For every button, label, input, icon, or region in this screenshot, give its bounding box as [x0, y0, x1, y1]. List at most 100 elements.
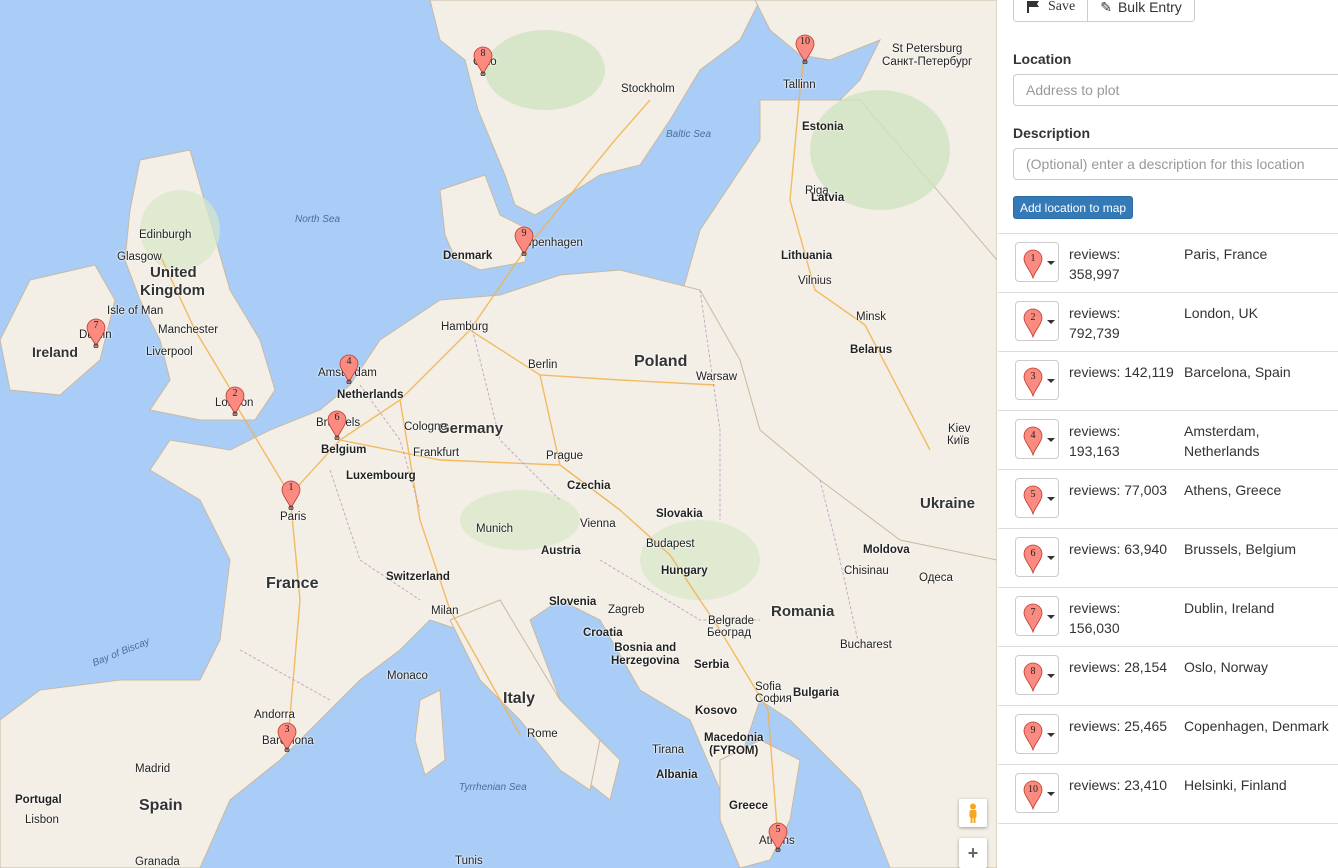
map-label-belarus: Belarus	[850, 344, 893, 356]
map-marker-icon: 5	[1023, 485, 1043, 515]
map-label-zagreb: Zagreb	[608, 604, 645, 616]
map-label-spain: Spain	[139, 797, 183, 814]
map-canvas[interactable]: Ireland United Kingdom Isle of Man Edinb…	[0, 0, 997, 868]
caret-down-icon	[1047, 556, 1055, 560]
list-item: 5 reviews: 77,003 Athens, Greece	[998, 470, 1338, 529]
map-pin[interactable]: 9	[513, 226, 535, 257]
location-name: Paris, France	[1184, 246, 1268, 262]
marker-dropdown-button[interactable]: 10	[1015, 773, 1059, 813]
map-label-granada: Granada	[135, 856, 180, 868]
map-marker-icon: 3	[1023, 367, 1043, 397]
map-pin-number: 1	[288, 482, 294, 493]
save-button[interactable]: Save	[1014, 0, 1088, 21]
street-view-pegman-icon[interactable]	[959, 799, 987, 827]
map-pin[interactable]: 10	[794, 34, 816, 65]
map-label-minsk: Minsk	[856, 311, 887, 323]
marker-dropdown-button[interactable]: 7	[1015, 596, 1059, 636]
save-label: Save	[1048, 0, 1076, 14]
marker-dropdown-button[interactable]: 4	[1015, 419, 1059, 459]
location-name: Barcelona, Spain	[1184, 364, 1291, 380]
map-pin[interactable]: 4	[338, 354, 360, 385]
location-input[interactable]	[1013, 74, 1338, 106]
zoom-in-button[interactable]: +	[959, 838, 987, 868]
add-location-button[interactable]: Add location to map	[1013, 196, 1134, 219]
map-label-france: France	[266, 575, 319, 592]
map-label-ireland: Ireland	[32, 344, 78, 360]
map-label-netherlands: Netherlands	[337, 389, 404, 401]
marker-dropdown-button[interactable]: 6	[1015, 537, 1059, 577]
map-pin[interactable]: 7	[85, 318, 107, 349]
map-marker-icon: 7	[1023, 603, 1043, 633]
map-label-andorra: Andorra	[254, 709, 295, 721]
map-marker-icon: 8	[1023, 662, 1043, 692]
map-label-frankfurt: Frankfurt	[413, 447, 460, 459]
marker-dropdown-button[interactable]: 9	[1015, 714, 1059, 754]
map-label-bucharest: Bucharest	[840, 639, 892, 651]
map-label-moldova: Moldova	[863, 544, 910, 556]
map-label-glasgow: Glasgow	[117, 251, 162, 263]
map-label-belgrade-sr: Београд	[707, 627, 752, 639]
map-label-belgium: Belgium	[321, 444, 367, 456]
map-pin[interactable]: 3	[276, 722, 298, 753]
location-name: Dublin, Ireland	[1184, 600, 1275, 616]
review-count: reviews: 63,940	[1069, 541, 1168, 557]
map-label-tallinn: Tallinn	[783, 79, 816, 91]
map-pin[interactable]: 5	[767, 822, 789, 853]
map-label-slovenia: Slovenia	[549, 596, 597, 608]
review-count: reviews: 28,154	[1069, 659, 1168, 675]
map-marker-icon: 6	[1023, 544, 1043, 574]
marker-dropdown-button[interactable]: 3	[1015, 360, 1059, 400]
map-pin-number: 9	[521, 228, 527, 239]
marker-dropdown-button[interactable]: 5	[1015, 478, 1059, 518]
list-item: 9 reviews: 25,465 Copenhagen, Denmark	[998, 706, 1338, 765]
map-label-kosovo: Kosovo	[695, 705, 738, 717]
map-label-odessa: Одеса	[919, 572, 953, 584]
caret-down-icon	[1047, 674, 1055, 678]
map-label-milan: Milan	[431, 605, 459, 617]
map-pin[interactable]: 8	[472, 46, 494, 77]
map-label-luxembourg: Luxembourg	[346, 470, 416, 482]
map-label-sofia-bg: София	[755, 693, 792, 705]
map-label-hungary: Hungary	[661, 565, 708, 577]
review-count: reviews: 77,003	[1069, 482, 1168, 498]
map-marker-icon: 9	[1023, 721, 1043, 751]
map-pin-number: 4	[346, 356, 352, 367]
marker-number: 4	[1031, 430, 1036, 441]
map-label-vienna: Vienna	[580, 518, 616, 530]
review-count: reviews: 193,163	[1069, 423, 1121, 459]
marker-number: 10	[1028, 784, 1038, 795]
map-label-switzerland: Switzerland	[386, 571, 450, 583]
map-pin[interactable]: 2	[224, 386, 246, 417]
review-count: reviews: 142,119	[1069, 364, 1174, 380]
map-marker-icon: 2	[1023, 308, 1043, 338]
toolbar-button-group: Save ✎ Bulk Entry	[1013, 0, 1195, 22]
list-item: 8 reviews: 28,154 Oslo, Norway	[998, 647, 1338, 706]
map-label-warsaw: Warsaw	[696, 371, 738, 383]
map-label-croatia: Croatia	[583, 627, 623, 639]
map-pin[interactable]: 6	[326, 410, 348, 441]
map-label-kiev-ua: Київ	[947, 435, 970, 447]
map-label-portugal: Portugal	[15, 794, 62, 806]
map-label-paris: Paris	[280, 511, 307, 523]
map-label-tunis: Tunis	[455, 855, 483, 867]
marker-dropdown-button[interactable]: 8	[1015, 655, 1059, 695]
map-label-monaco: Monaco	[387, 670, 428, 682]
map-label-estonia: Estonia	[802, 121, 844, 133]
review-count: reviews: 156,030	[1069, 600, 1121, 636]
map-label-lithuania: Lithuania	[781, 250, 833, 262]
bulk-entry-button[interactable]: ✎ Bulk Entry	[1087, 0, 1194, 21]
map-label-tyrrhenian-sea: Tyrrhenian Sea	[459, 782, 527, 793]
map-label-denmark: Denmark	[443, 250, 493, 262]
description-label: Description	[1013, 125, 1091, 141]
caret-down-icon	[1047, 733, 1055, 737]
map-pin[interactable]: 1	[280, 480, 302, 511]
marker-dropdown-button[interactable]: 2	[1015, 301, 1059, 341]
description-input[interactable]	[1013, 148, 1338, 180]
map-label-sofia: Sofia	[755, 681, 782, 693]
list-item: 10 reviews: 23,410 Helsinki, Finland	[998, 765, 1338, 824]
map-label-latvia: Latvia	[811, 192, 845, 204]
review-count: reviews: 25,465	[1069, 718, 1168, 734]
map-label-vilnius: Vilnius	[798, 275, 832, 287]
map-label-bulgaria: Bulgaria	[793, 687, 840, 699]
marker-dropdown-button[interactable]: 1	[1015, 242, 1059, 282]
